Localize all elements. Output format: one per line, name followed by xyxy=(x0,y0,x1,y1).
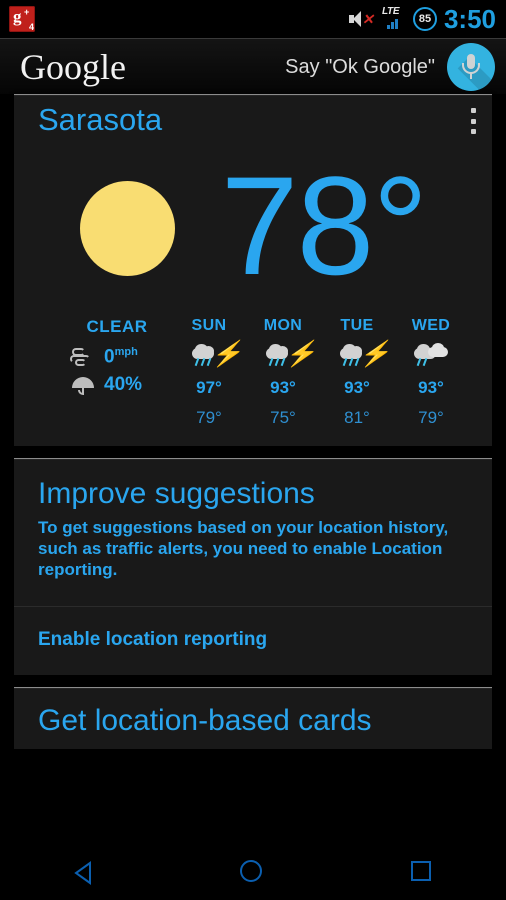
forecast-day-label: SUN xyxy=(191,317,227,334)
forecast-day[interactable]: MON ⚡ 93° 75° xyxy=(252,317,316,428)
condition-label: CLEAR xyxy=(86,317,148,336)
forecast-high: 97° xyxy=(196,378,222,397)
umbrella-icon xyxy=(70,376,96,395)
current-conditions: 78° xyxy=(14,151,492,301)
wind-row: 0mph xyxy=(56,346,178,368)
google-plus-plus: + xyxy=(24,7,30,17)
wind-icon xyxy=(70,348,96,367)
status-bar: g + 4 ✕ LTE 85 3:50 xyxy=(0,0,506,38)
precip-row: 40% xyxy=(56,374,178,396)
forecast-row: SUN ⚡ 97° 79° MON ⚡ 93° 75° TUE ⚡ 93° 81… xyxy=(178,317,462,428)
showers-icon xyxy=(400,342,462,370)
forecast-day[interactable]: TUE ⚡ 93° 81° xyxy=(326,317,390,428)
status-icons: ✕ LTE 85 3:50 xyxy=(348,4,506,34)
ok-google-hint: Say "Ok Google" xyxy=(285,55,435,78)
battery-icon: 85 xyxy=(412,7,437,31)
forecast-low: 81° xyxy=(344,408,370,427)
notification-count-badge: 4 xyxy=(28,22,34,32)
thunderstorm-icon: ⚡ xyxy=(178,342,242,370)
weather-card[interactable]: Sarasota 78° CLEAR 0mph 40% SUN ⚡ 97° 79… xyxy=(14,94,492,446)
forecast-day-label: WED xyxy=(411,317,451,334)
google-plus-letter: g xyxy=(13,7,22,26)
precip-value: 40% xyxy=(104,374,143,396)
forecast-day[interactable]: WED 93° 79° xyxy=(400,317,462,428)
overflow-menu-icon[interactable] xyxy=(470,108,476,134)
clock: 3:50 xyxy=(443,4,496,34)
card-stream: Sarasota 78° CLEAR 0mph 40% SUN ⚡ 97° 79… xyxy=(0,94,506,900)
forecast-day[interactable]: SUN ⚡ 97° 79° xyxy=(178,317,243,428)
current-detail-column: CLEAR 0mph 40% xyxy=(56,317,178,402)
microphone-icon[interactable] xyxy=(447,42,495,91)
home-circle-icon[interactable] xyxy=(236,856,266,886)
wind-unit: mph xyxy=(114,346,138,358)
improve-suggestions-card[interactable]: Improve suggestions To get suggestions b… xyxy=(14,458,492,675)
google-plus-icon: g + 4 xyxy=(9,6,35,32)
forecast-low: 79° xyxy=(418,408,444,427)
forecast-low: 75° xyxy=(270,408,296,427)
back-triangle-icon[interactable] xyxy=(70,858,96,885)
card-title: Improve suggestions xyxy=(38,477,315,510)
weather-card-header: Sarasota xyxy=(14,103,492,145)
speaker-muted-icon: ✕ xyxy=(348,10,375,28)
card-body: To get suggestions based on your locatio… xyxy=(38,518,449,579)
lte-label: LTE xyxy=(381,6,400,17)
forecast-day-label: TUE xyxy=(340,317,374,334)
forecast-high: 93° xyxy=(344,378,370,397)
lte-signal-icon: LTE xyxy=(381,6,406,30)
forecast-day-label: MON xyxy=(263,317,303,334)
thunderstorm-icon: ⚡ xyxy=(252,342,316,370)
recents-square-icon[interactable] xyxy=(406,856,436,886)
sun-icon xyxy=(79,180,175,276)
phone-screen: g + 4 ✕ LTE 85 3:50 Google Say "Ok Googl… xyxy=(0,0,506,900)
forecast-high: 93° xyxy=(418,378,444,397)
thunderstorm-icon: ⚡ xyxy=(326,342,390,370)
current-temperature: 78° xyxy=(220,147,429,304)
navigation-bar xyxy=(0,842,506,900)
card-title: Get location-based cards xyxy=(38,704,372,737)
google-logo: Google xyxy=(20,46,126,87)
enable-location-reporting-button[interactable]: Enable location reporting xyxy=(14,607,492,675)
location-cards-card[interactable]: Get location-based cards xyxy=(14,687,492,749)
google-search-bar[interactable]: Google Say "Ok Google" xyxy=(0,38,506,94)
wind-value: 0mph xyxy=(104,346,138,368)
city-name: Sarasota xyxy=(38,102,163,137)
forecast-high: 93° xyxy=(270,378,296,397)
weather-details: CLEAR 0mph 40% SUN ⚡ 97° 79° MON ⚡ 93° 7… xyxy=(14,317,492,428)
forecast-low: 79° xyxy=(196,408,222,427)
